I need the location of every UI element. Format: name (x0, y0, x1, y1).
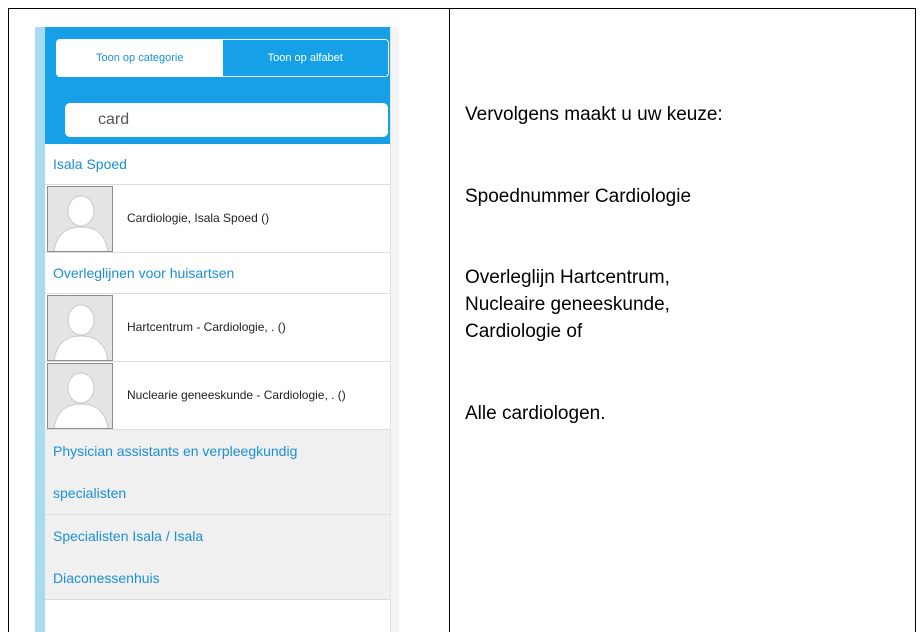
option-overleglijn-line1: Overleglijn Hartcentrum, (465, 267, 670, 288)
contact-name: Hartcentrum - Cardiologie, . () (127, 320, 286, 334)
group-title-line: Specialisten Isala / Isala (53, 528, 204, 544)
accent-stripe (35, 27, 45, 632)
user-placeholder-icon (47, 362, 113, 429)
intro-text: Vervolgens maakt u uw keuze: (465, 104, 723, 125)
group-title-line: specialisten (53, 485, 127, 501)
contact-name: Cardiologie, Isala Spoed () (127, 211, 270, 225)
column-divider (449, 9, 450, 632)
list-item[interactable]: Hartcentrum - Cardiologie, . () (45, 294, 390, 362)
group-header-overleglijnen[interactable]: Overleglijnen voor huisartsen (45, 253, 390, 294)
group-title-line: Diaconessenhuis (53, 570, 160, 586)
group-header-physician-assistants[interactable]: Physician assistants en verpleegkundig s… (45, 430, 390, 515)
user-placeholder-icon (47, 185, 113, 252)
view-toggle: Toon op categorie Toon op alfabet (56, 39, 389, 77)
scrollbar-track[interactable] (390, 27, 399, 632)
group-title-line: Physician assistants en verpleegkundig (53, 443, 298, 459)
option-alle-cardiologen: Alle cardiologen. (465, 403, 606, 424)
contact-list: Isala Spoed Cardiologie, Isala Spoed () … (45, 144, 390, 600)
toggle-by-category[interactable]: Toon op categorie (57, 40, 223, 76)
group-header-isala-spoed[interactable]: Isala Spoed (45, 144, 390, 185)
user-placeholder-icon (47, 294, 113, 361)
contact-app-screenshot: Toon op categorie Toon op alfabet card I… (35, 27, 399, 632)
option-spoednummer: Spoednummer Cardiologie (465, 186, 692, 207)
option-overleglijn-line2: Nucleaire geneeskunde, (465, 294, 670, 315)
search-input[interactable]: card (65, 103, 388, 137)
option-overleglijn-line3: Cardiologie of (465, 321, 583, 342)
toggle-by-alphabet[interactable]: Toon op alfabet (222, 40, 388, 76)
contact-name: Nuclearie geneeskunde - Cardiologie, . (… (127, 388, 346, 402)
group-header-specialisten[interactable]: Specialisten Isala / Isala Diaconessenhu… (45, 515, 390, 600)
document-table: Toon op categorie Toon op alfabet card I… (8, 8, 916, 632)
list-item[interactable]: Cardiologie, Isala Spoed () (45, 185, 390, 253)
list-item[interactable]: Nuclearie geneeskunde - Cardiologie, . (… (45, 362, 390, 430)
